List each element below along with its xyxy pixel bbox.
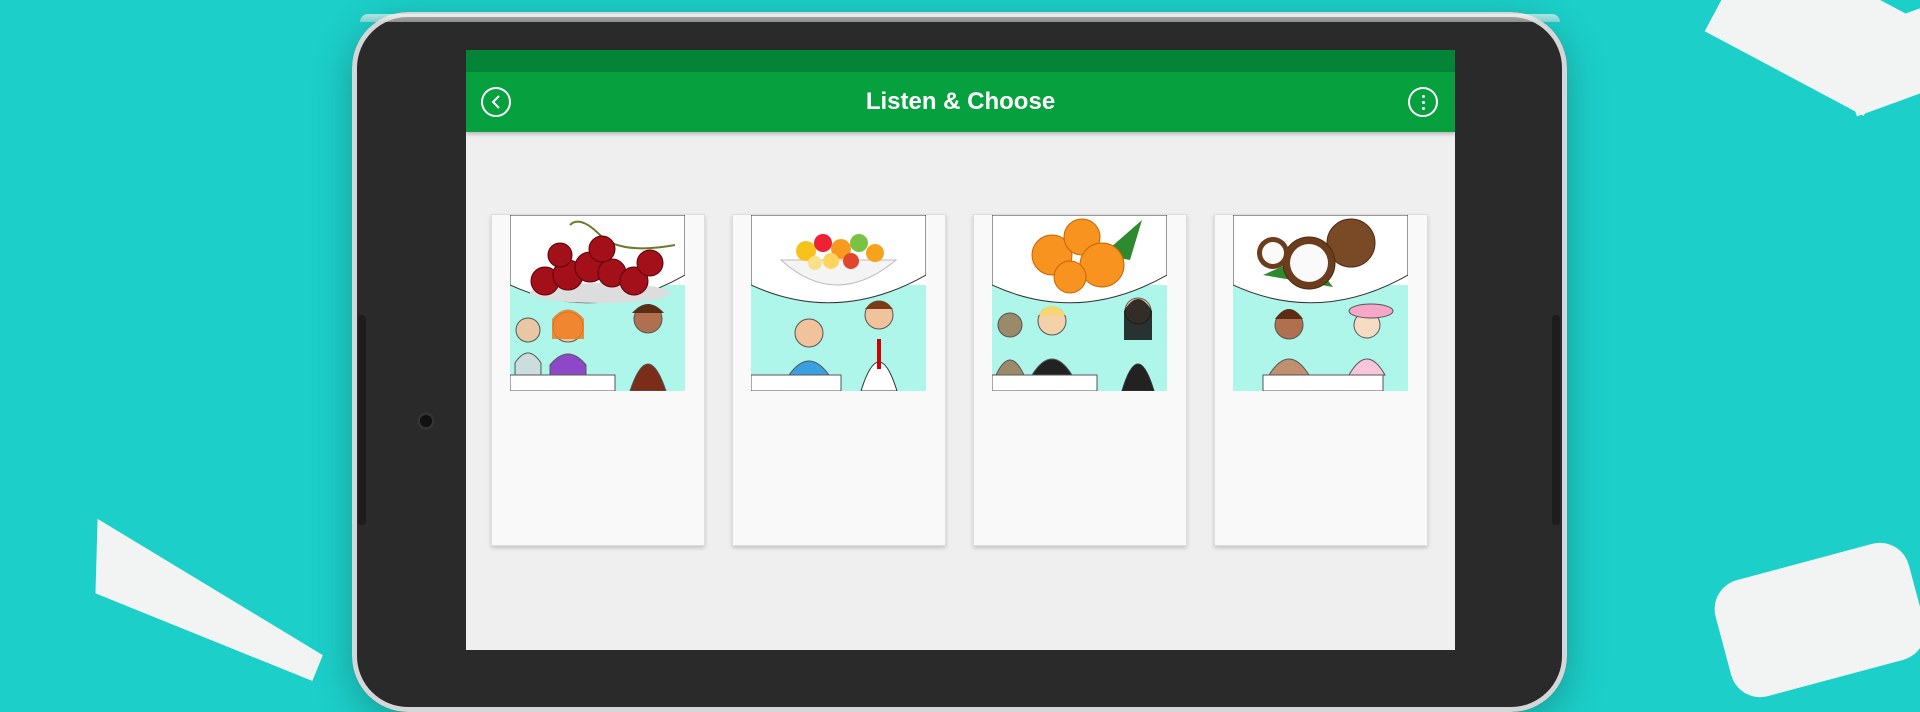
app-bar: Listen & Choose	[466, 72, 1455, 132]
choice-card-fruit-salad[interactable]	[732, 214, 946, 546]
coconut-illustration	[1233, 215, 1408, 391]
cherries-illustration	[510, 215, 685, 391]
app-screen: Listen & Choose	[466, 50, 1455, 650]
paper-plane-decoration	[71, 519, 338, 681]
oranges-illustration	[992, 215, 1167, 391]
status-bar	[466, 50, 1455, 72]
choice-card-cherries[interactable]	[491, 214, 705, 546]
tablet-edge-highlight	[360, 14, 1560, 22]
camera-icon	[417, 412, 435, 430]
power-button	[1552, 315, 1560, 525]
choice-card-coconut[interactable]	[1214, 214, 1428, 546]
paper-decoration	[1707, 536, 1920, 704]
answer-choices	[491, 214, 1428, 546]
choice-card-oranges[interactable]	[973, 214, 1187, 546]
fruit-salad-illustration	[751, 215, 926, 391]
volume-button	[358, 315, 366, 525]
page-title: Listen & Choose	[865, 88, 1056, 115]
more-options-icon[interactable]	[1408, 87, 1438, 117]
